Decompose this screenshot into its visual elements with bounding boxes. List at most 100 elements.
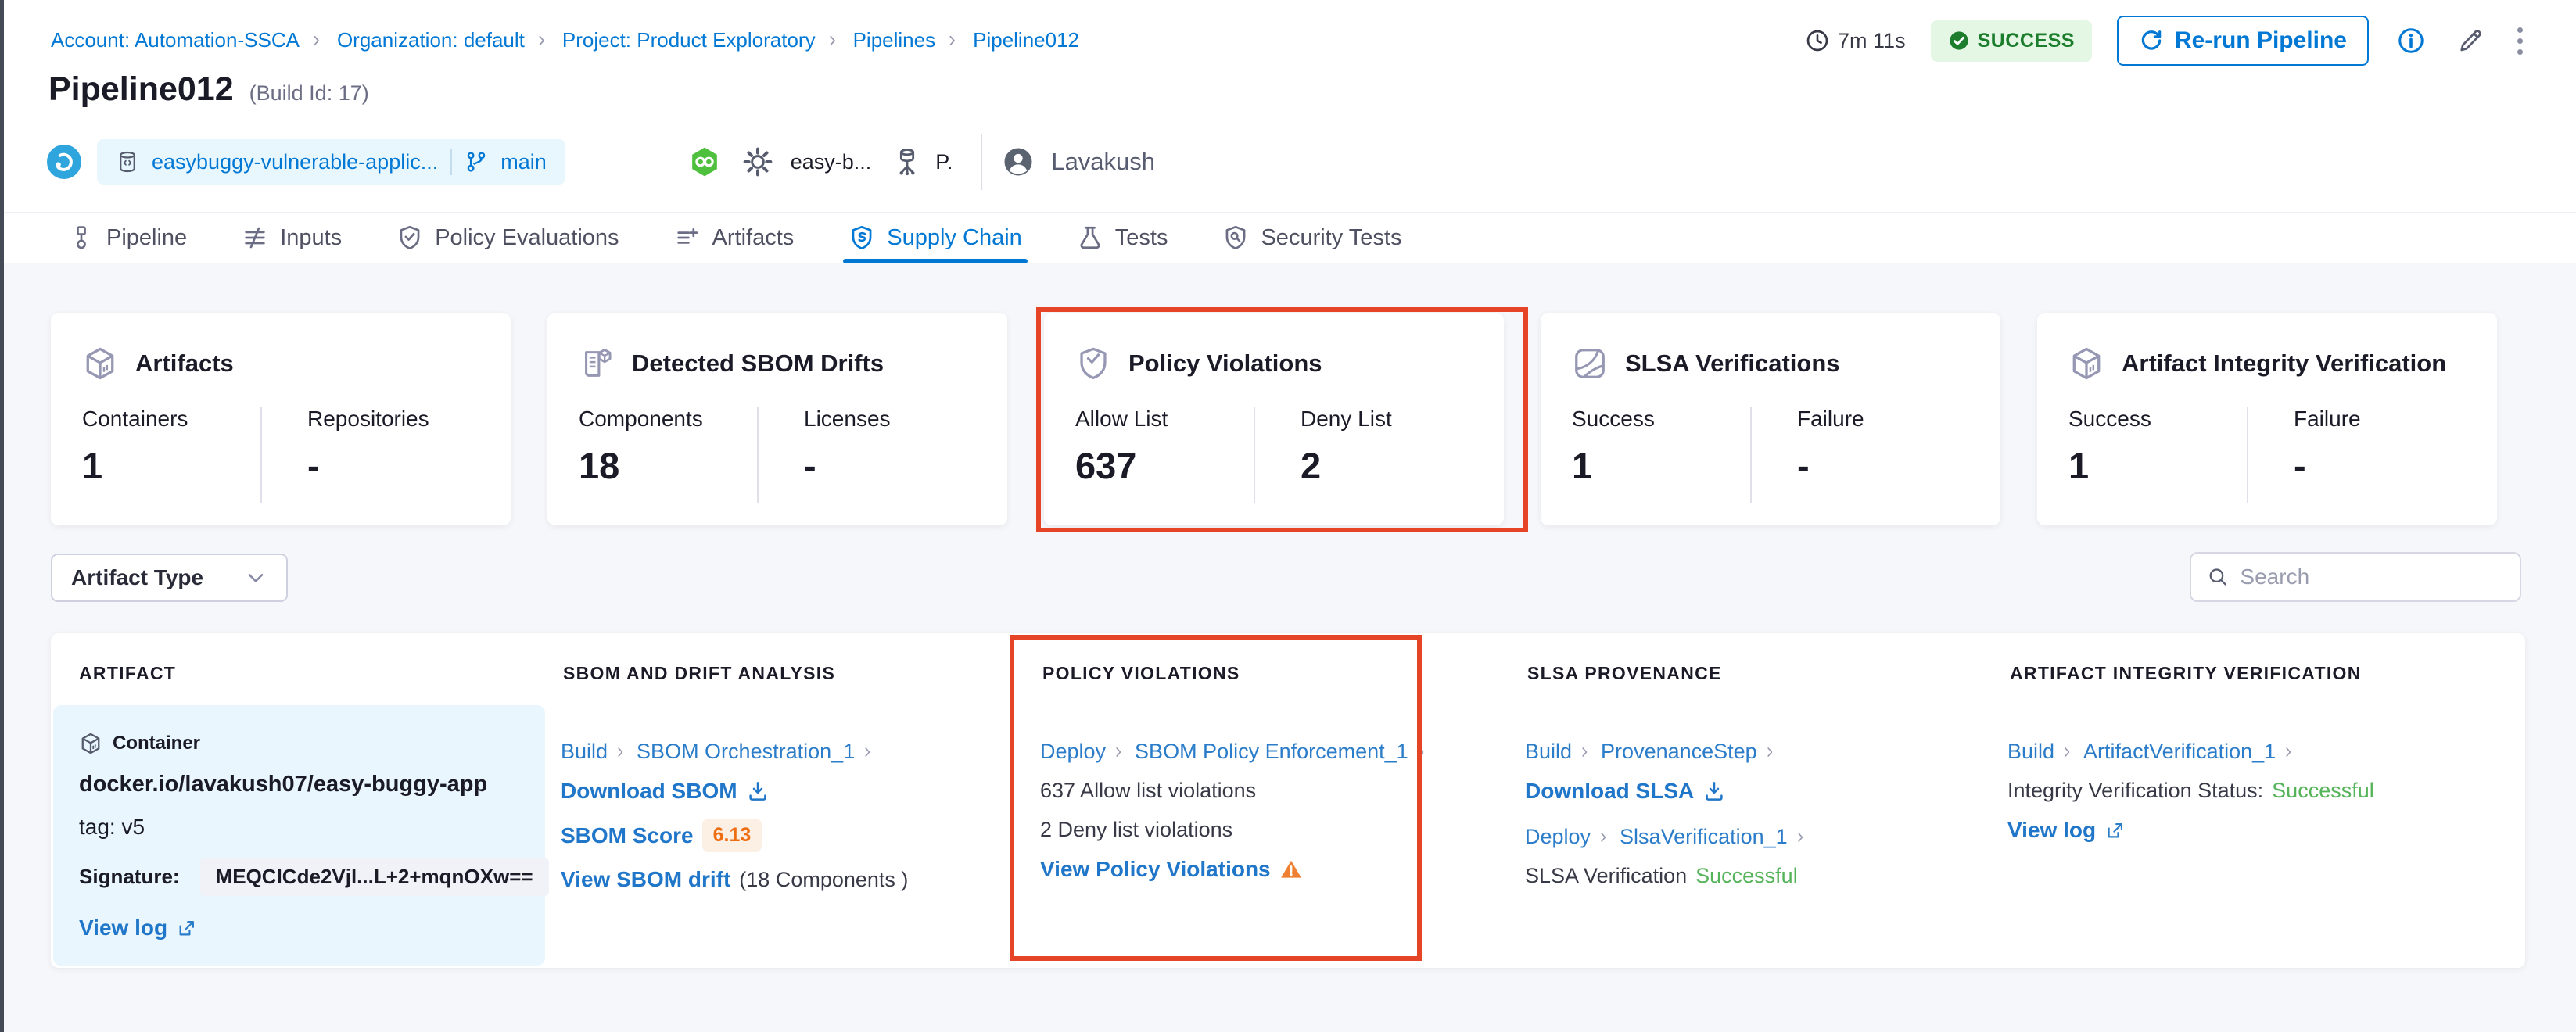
check-circle-icon xyxy=(1948,30,1970,52)
card-slsa-verifications: SLSA Verifications Success1 Failure- xyxy=(1541,313,2000,525)
pipeline-execution-page: Account: Automation-SSCA Organization: d… xyxy=(0,0,2576,1032)
stage-link[interactable]: Build xyxy=(561,740,608,764)
chevron-right-icon xyxy=(2284,744,2296,761)
repo-branch-pill[interactable]: easybuggy-vulnerable-applic... main xyxy=(97,139,565,185)
col-header-policy: POLICY VIOLATIONS xyxy=(1027,663,1512,705)
tab-policy-evaluations[interactable]: Policy Evaluations xyxy=(369,213,646,263)
sbom-score-link[interactable]: SBOM Score xyxy=(561,823,694,848)
step-link[interactable]: ArtifactVerification_1 xyxy=(2083,740,2276,764)
clock-icon xyxy=(1805,28,1830,53)
download-icon xyxy=(746,779,770,803)
more-options-button[interactable] xyxy=(2513,23,2528,59)
slsa-verification-status: Successful xyxy=(1695,864,1798,888)
card-title: SLSA Verifications xyxy=(1625,349,1840,378)
step-link[interactable]: SBOM Policy Enforcement_1 xyxy=(1135,740,1408,764)
breadcrumb-account[interactable]: Account: Automation-SSCA xyxy=(51,28,300,52)
chevron-down-icon xyxy=(244,566,267,589)
header-actions: 7m 11s SUCCESS Re-run Pipeline xyxy=(1805,14,2528,67)
stage-link[interactable]: Build xyxy=(2007,740,2054,764)
ci-hexagon-icon xyxy=(689,146,720,177)
flask-icon xyxy=(1077,224,1103,251)
gear-icon xyxy=(742,146,773,177)
stage-link[interactable]: Build xyxy=(1525,740,1572,764)
tab-label: Artifacts xyxy=(712,225,795,251)
stat-value: - xyxy=(2294,444,2361,487)
branch-icon xyxy=(465,150,488,174)
tab-label: Tests xyxy=(1115,225,1168,251)
integrity-status-label: Integrity Verification Status: xyxy=(2007,779,2263,803)
download-slsa-link[interactable]: Download SLSA xyxy=(1525,779,1694,804)
chevron-right-icon xyxy=(1766,744,1778,761)
tab-supply-chain[interactable]: Supply Chain xyxy=(821,213,1049,263)
card-sbom-drifts: Detected SBOM Drifts Components18 Licens… xyxy=(547,313,1007,525)
service-ref[interactable]: P. xyxy=(935,150,953,174)
tab-artifacts[interactable]: Artifacts xyxy=(647,213,822,263)
tab-pipeline[interactable]: Pipeline xyxy=(41,213,214,263)
stat-label: Failure xyxy=(2294,407,2361,432)
artifact-type-select[interactable]: Artifact Type xyxy=(51,554,288,602)
stat-value: 1 xyxy=(82,444,260,487)
col-header-integrity: ARTIFACT INTEGRITY VERIFICATION xyxy=(1994,663,2525,705)
step-link[interactable]: ProvenanceStep xyxy=(1601,740,1757,764)
rerun-label: Re-run Pipeline xyxy=(2175,27,2347,54)
breadcrumb-pipeline012[interactable]: Pipeline012 xyxy=(973,28,1079,52)
step-link[interactable]: SBOM Orchestration_1 xyxy=(637,740,855,764)
artifact-type-label: Artifact Type xyxy=(71,565,203,590)
artifact-integrity-cell: Build ArtifactVerification_1 Integrity V… xyxy=(1992,705,2525,968)
breadcrumb-project[interactable]: Project: Product Exploratory xyxy=(562,28,816,52)
artifact-cell: Container docker.io/lavakush07/easy-bugg… xyxy=(53,705,545,966)
tab-label: Security Tests xyxy=(1261,225,1401,251)
pill-divider xyxy=(450,149,452,175)
search-input[interactable] xyxy=(2240,564,2504,589)
stage-link[interactable]: Deploy xyxy=(1040,740,1106,764)
step-link[interactable]: SlsaVerification_1 xyxy=(1620,825,1788,849)
triggered-by-user[interactable]: Lavakush xyxy=(1051,148,1155,176)
rerun-pipeline-button[interactable]: Re-run Pipeline xyxy=(2117,16,2369,66)
tab-label: Supply Chain xyxy=(887,225,1022,251)
chevron-right-icon xyxy=(1580,744,1592,761)
avatar xyxy=(1003,146,1034,177)
stat-value: - xyxy=(307,444,429,487)
collapsed-sidebar-edge xyxy=(0,0,4,1032)
view-policy-violations-link[interactable]: View Policy Violations xyxy=(1040,857,1271,882)
card-title: Artifact Integrity Verification xyxy=(2122,349,2446,378)
execution-info-button[interactable] xyxy=(2394,23,2428,58)
breadcrumb-organization[interactable]: Organization: default xyxy=(337,28,525,52)
view-log-link[interactable]: View log xyxy=(79,916,167,941)
slsa-icon xyxy=(1572,346,1608,382)
deny-list-violations: 2 Deny list violations xyxy=(1040,818,1232,842)
tab-inputs[interactable]: Inputs xyxy=(214,213,369,263)
shield-check-icon xyxy=(1075,346,1111,382)
chevron-right-icon xyxy=(312,31,325,50)
build-id: (Build Id: 17) xyxy=(249,81,369,106)
breadcrumb-pipelines[interactable]: Pipelines xyxy=(853,28,936,52)
stat-value: 1 xyxy=(1572,444,1750,487)
container-cube-icon xyxy=(79,732,102,755)
stat-value: 637 xyxy=(1075,444,1254,487)
policy-violations-cell: Deploy SBOM Policy Enforcement_1 637 All… xyxy=(1024,705,1509,968)
artifact-type: Container xyxy=(113,733,200,754)
chevron-right-icon xyxy=(1599,829,1611,846)
branch-name[interactable]: main xyxy=(500,150,547,174)
stat-label: Success xyxy=(1572,407,1750,432)
stat-value: - xyxy=(804,444,891,487)
title-row: Pipeline012 (Build Id: 17) xyxy=(48,70,369,109)
view-sbom-drift-link[interactable]: View SBOM drift xyxy=(561,867,730,892)
allow-list-violations: 637 Allow list violations xyxy=(1040,779,1256,803)
tab-tests[interactable]: Tests xyxy=(1049,213,1196,263)
repo-name[interactable]: easybuggy-vulnerable-applic... xyxy=(152,150,438,174)
stat-value: 2 xyxy=(1301,444,1392,487)
sbom-cell: Build SBOM Orchestration_1 Download SBOM… xyxy=(545,705,1024,968)
status-badge: SUCCESS xyxy=(1931,20,2092,62)
stage-link[interactable]: Deploy xyxy=(1525,825,1591,849)
supply-chain-shield-icon xyxy=(849,224,875,251)
tab-security-tests[interactable]: Security Tests xyxy=(1195,213,1429,263)
edit-pipeline-button[interactable] xyxy=(2453,23,2488,58)
execution-ref[interactable]: easy-b... xyxy=(791,150,872,174)
view-log-link[interactable]: View log xyxy=(2007,818,2096,843)
stat-label: Allow List xyxy=(1075,407,1254,432)
card-title: Policy Violations xyxy=(1128,349,1322,378)
download-sbom-link[interactable]: Download SBOM xyxy=(561,779,737,804)
refresh-icon xyxy=(2139,28,2164,53)
external-link-icon xyxy=(176,918,197,939)
